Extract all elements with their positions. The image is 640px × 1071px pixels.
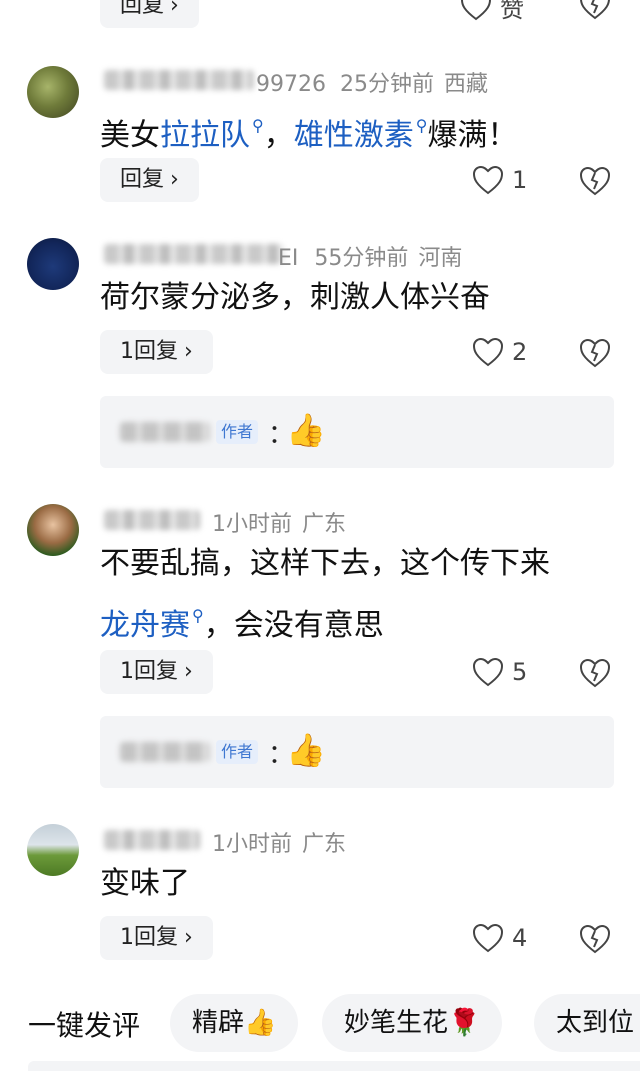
reply-button[interactable]: 1回复 › <box>100 330 213 374</box>
chip-text: 太到位 <box>556 1008 635 1038</box>
username-tail: EI <box>278 246 299 271</box>
chevron-right-icon: › <box>184 659 193 684</box>
author-name-blurred <box>120 742 210 762</box>
comment-location: 广东 <box>302 832 347 857</box>
author-tag: 作者 <box>216 420 259 444</box>
chevron-right-icon: › <box>184 339 193 364</box>
quick-comment-chip[interactable]: 太到位 <box>534 994 640 1052</box>
heart-icon <box>460 0 492 21</box>
search-link[interactable]: 龙舟赛 <box>100 608 190 643</box>
heart-icon <box>472 337 504 367</box>
avatar[interactable] <box>27 66 79 118</box>
broken-heart-icon[interactable] <box>578 0 612 22</box>
comment-time: 1小时前 <box>212 512 292 537</box>
chip-text: 妙笔生花 <box>344 1008 449 1038</box>
like-count: 1 <box>512 166 528 194</box>
search-icon: ⚲ <box>192 606 204 625</box>
search-link[interactable]: 拉拉队 <box>160 118 250 153</box>
heart-icon <box>472 165 504 195</box>
username-tail: 99726 <box>256 72 326 97</box>
username-blurred[interactable] <box>104 830 200 850</box>
author-name-blurred <box>120 422 210 442</box>
comment-text: 美女拉拉队 ⚲，雄性激素 ⚲爆满！ <box>100 104 517 158</box>
reply-button[interactable]: 回复 › <box>100 158 199 202</box>
broken-heart-icon[interactable] <box>578 336 612 370</box>
rose-icon: 🌹 <box>448 1008 481 1038</box>
comment-time: 1小时前 <box>212 832 292 857</box>
avatar[interactable] <box>27 824 79 876</box>
quick-comment-chip[interactable]: 妙笔生花🌹 <box>322 994 503 1052</box>
author-reply-preview[interactable]: 作者 ： 👍 <box>100 396 614 468</box>
username-blurred[interactable] <box>104 70 254 90</box>
heart-icon <box>472 657 504 687</box>
avatar[interactable] <box>27 238 79 290</box>
reply-label: 1回复 <box>120 339 178 364</box>
comment-meta: 1小时前 广东 <box>212 826 356 858</box>
reply-label: 1回复 <box>120 659 178 684</box>
comment-meta: EI 55分钟前 河南 <box>278 240 472 272</box>
like-button[interactable]: 2 <box>472 332 527 372</box>
chevron-right-icon: › <box>170 167 179 192</box>
like-button[interactable]: 赞 <box>460 0 524 26</box>
broken-heart-icon[interactable] <box>578 164 612 198</box>
like-label: 赞 <box>500 0 524 23</box>
thumbs-up-icon: 👍 <box>244 1008 277 1038</box>
comment-time: 25分钟前 <box>340 72 434 97</box>
chevron-right-icon: › <box>170 0 179 18</box>
broken-heart-icon[interactable] <box>578 922 612 956</box>
comment-text-line: 龙舟赛 ⚲，会没有意思 <box>100 594 550 648</box>
like-count: 2 <box>512 338 528 366</box>
search-link[interactable]: 雄性激素 <box>294 118 414 153</box>
comment-text-line: 不要乱搞，这样下去，这个传下来 <box>100 546 550 581</box>
reply-label: 1回复 <box>120 925 178 950</box>
like-count: 5 <box>512 658 528 686</box>
comment-input-bar[interactable] <box>28 1061 640 1071</box>
thumbs-up-icon: 👍 <box>286 731 326 769</box>
reply-button[interactable]: 1回复 › <box>100 916 213 960</box>
chip-text: 精辟 <box>192 1008 245 1038</box>
chevron-right-icon: › <box>184 925 193 950</box>
username-blurred[interactable] <box>104 510 200 530</box>
reply-label: 回复 <box>120 0 165 18</box>
heart-icon <box>472 923 504 953</box>
reply-button[interactable]: 1回复 › <box>100 650 213 694</box>
search-icon: ⚲ <box>252 116 264 135</box>
quick-comment-label: 一键发评 <box>28 1009 141 1042</box>
search-icon: ⚲ <box>415 116 428 135</box>
author-tag: 作者 <box>216 740 259 764</box>
like-button[interactable]: 4 <box>472 918 527 958</box>
reply-button[interactable]: 回复 › <box>100 0 199 28</box>
comment-meta: 1小时前 广东 <box>212 506 356 538</box>
like-count: 4 <box>512 924 528 952</box>
broken-heart-icon[interactable] <box>578 656 612 690</box>
comment-text: 变味了 <box>100 866 190 901</box>
comment-location: 广东 <box>302 512 347 537</box>
comment-location: 河南 <box>418 246 463 271</box>
username-blurred[interactable] <box>104 244 284 264</box>
comment-meta: 99726 25分钟前 西藏 <box>256 66 498 98</box>
like-button[interactable]: 5 <box>472 652 527 692</box>
author-reply-preview[interactable]: 作者 ： 👍 <box>100 716 614 788</box>
thumbs-up-icon: 👍 <box>286 411 326 449</box>
comment-time: 55分钟前 <box>314 246 409 271</box>
reply-label: 回复 <box>120 167 165 192</box>
avatar[interactable] <box>27 504 79 556</box>
comment-text: 不要乱搞，这样下去，这个传下来 龙舟赛 ⚲，会没有意思 <box>100 542 550 648</box>
comment-location: 西藏 <box>444 72 489 97</box>
comment-text: 荷尔蒙分泌多，刺激人体兴奋 <box>100 280 490 315</box>
quick-comment-chip[interactable]: 精辟👍 <box>170 994 299 1052</box>
like-button[interactable]: 1 <box>472 160 527 200</box>
